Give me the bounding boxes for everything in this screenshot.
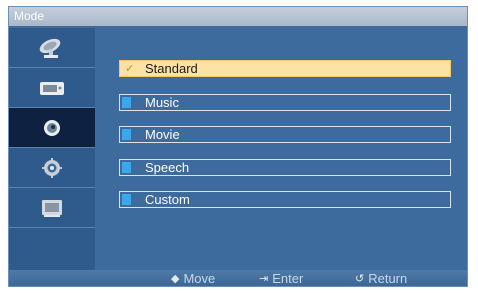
sound-icon bbox=[44, 119, 60, 136]
option-label: Movie bbox=[145, 127, 180, 142]
sidebar-item-antenna[interactable] bbox=[9, 28, 95, 68]
category-sidebar bbox=[9, 28, 95, 270]
return-hint-label: Return bbox=[368, 271, 408, 286]
input-source-icon bbox=[42, 199, 62, 217]
option-marker-icon bbox=[122, 194, 131, 205]
satellite-dish-icon bbox=[39, 38, 61, 58]
option-marker-icon bbox=[122, 97, 131, 108]
option-standard[interactable]: ✓ Standard bbox=[119, 60, 451, 77]
navigation-hint-bar: ◆ Move ⇥ Enter ↺ Return bbox=[9, 270, 467, 286]
option-marker-icon bbox=[122, 129, 131, 140]
option-label: Standard bbox=[145, 61, 198, 76]
option-label: Music bbox=[145, 95, 179, 110]
sidebar-item-setup[interactable] bbox=[9, 148, 95, 188]
picture-icon bbox=[40, 81, 64, 95]
mode-options-panel: ✓ Standard Music Movie Speech Custom bbox=[95, 28, 467, 270]
move-hint: ◆ Move bbox=[171, 270, 216, 286]
option-movie[interactable]: Movie bbox=[119, 126, 451, 143]
checkmark-icon: ✓ bbox=[125, 63, 135, 75]
setup-gear-icon bbox=[42, 157, 62, 178]
up-down-arrow-icon: ◆ bbox=[171, 273, 180, 285]
enter-hint-label: Enter bbox=[272, 271, 304, 286]
option-custom[interactable]: Custom bbox=[119, 191, 451, 208]
sidebar-item-sound[interactable] bbox=[9, 108, 95, 148]
move-hint-label: Move bbox=[183, 271, 216, 286]
sidebar-item-picture[interactable] bbox=[9, 68, 95, 108]
option-speech[interactable]: Speech bbox=[119, 159, 451, 176]
menu-title: Mode bbox=[9, 7, 467, 26]
option-music[interactable]: Music bbox=[119, 94, 451, 111]
osd-menu-window: Mode ✓ Standard Music Movie Speech Custo… bbox=[8, 6, 468, 287]
enter-hint: ⇥ Enter bbox=[259, 270, 304, 286]
option-marker-icon bbox=[122, 162, 131, 173]
return-hint: ↺ Return bbox=[355, 270, 408, 286]
sidebar-item-input[interactable] bbox=[9, 188, 95, 228]
option-label: Custom bbox=[145, 192, 190, 207]
return-icon: ↺ bbox=[355, 273, 365, 285]
enter-icon: ⇥ bbox=[259, 273, 269, 285]
option-label: Speech bbox=[145, 160, 190, 175]
